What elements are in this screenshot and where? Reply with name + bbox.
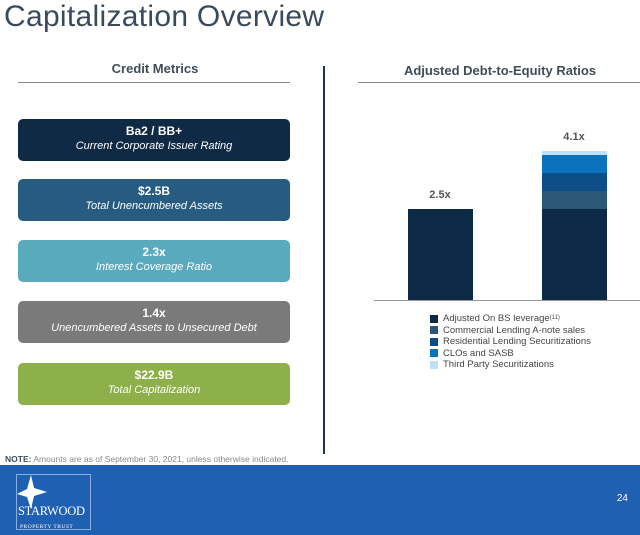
logo-sub: PROPERTY TRUST [20, 524, 74, 530]
footer: STARWOOD PROPERTY TRUST 24 [0, 465, 640, 535]
legend-item: Residential Lending Securitizations [430, 336, 591, 348]
footnote-ref: (11) [549, 315, 560, 321]
bar-segment [542, 151, 607, 155]
metric-card: Ba2 / BB+ Current Corporate Issuer Rating [18, 119, 290, 161]
bar-segment [542, 191, 607, 210]
legend-swatch [430, 349, 438, 358]
legend-label: Commercial Lending A-note sales [443, 324, 586, 336]
metric-value: $2.5B [137, 184, 171, 198]
divider [18, 82, 290, 83]
metric-card: $22.9B Total Capitalization [18, 363, 290, 405]
legend-item: Third Party Securitizations [430, 359, 591, 371]
legend-swatch [430, 314, 438, 323]
bar-total-label: 4.1x [563, 131, 585, 144]
metric-value: 1.4x [142, 306, 166, 320]
vertical-divider [323, 66, 325, 454]
metric-card: 2.3x Interest Coverage Ratio [18, 240, 290, 282]
legend-swatch [430, 337, 438, 346]
bar-segment [542, 209, 607, 300]
page-title: Capitalization Overview [4, 0, 325, 33]
chart-legend: Adjusted On BS leverage (11) Commercial Le… [430, 313, 591, 371]
metric-card: $2.5B Total Unencumbered Assets [18, 179, 290, 221]
metric-label: Total Capitalization [107, 384, 201, 396]
metric-label: Interest Coverage Ratio [95, 261, 213, 273]
metric-value: $22.9B [134, 368, 174, 382]
footnote: NOTE: Amounts are as of September 30, 20… [5, 454, 289, 464]
metric-label: Unencumbered Assets to Unsecured Debt [51, 322, 257, 334]
x-axis [374, 300, 640, 301]
legend-swatch [430, 360, 438, 369]
metric-value: Ba2 / BB+ [125, 124, 183, 138]
starwood-logo: STARWOOD PROPERTY TRUST [16, 474, 91, 530]
legend-item: Adjusted On BS leverage (11) [430, 313, 591, 325]
chart-title: Adjusted Debt-to-Equity Ratios [403, 63, 597, 78]
legend-swatch [430, 326, 438, 335]
metric-label: Total Unencumbered Assets [85, 200, 223, 212]
note-text: Amounts are as of September 30, 2021, un… [31, 454, 289, 464]
legend-item: Commercial Lending A-note sales [430, 325, 591, 337]
page-number: 24 [616, 493, 628, 504]
bar-total-label: 2.5x [429, 189, 451, 202]
metric-label: Current Corporate Issuer Rating [75, 140, 233, 152]
metric-card: 1.4x Unencumbered Assets to Unsecured Deb… [18, 301, 290, 343]
legend-label: Residential Lending Securitizations [443, 336, 591, 347]
bar-segment [542, 154, 607, 173]
note-label: NOTE: [5, 454, 32, 464]
bar-segment [408, 209, 473, 300]
legend-label: Adjusted On BS leverage [443, 313, 550, 324]
credit-metrics-header: Credit Metrics [111, 61, 199, 76]
legend-label: CLOs and SASB [443, 347, 514, 359]
logo-name: STARWOOD [18, 504, 85, 518]
bar-segment [542, 172, 607, 192]
legend-item: CLOs and SASB [430, 348, 591, 360]
divider [358, 82, 640, 83]
metric-value: 2.3x [142, 245, 166, 259]
legend-label: Third Party Securitizations [443, 359, 554, 370]
